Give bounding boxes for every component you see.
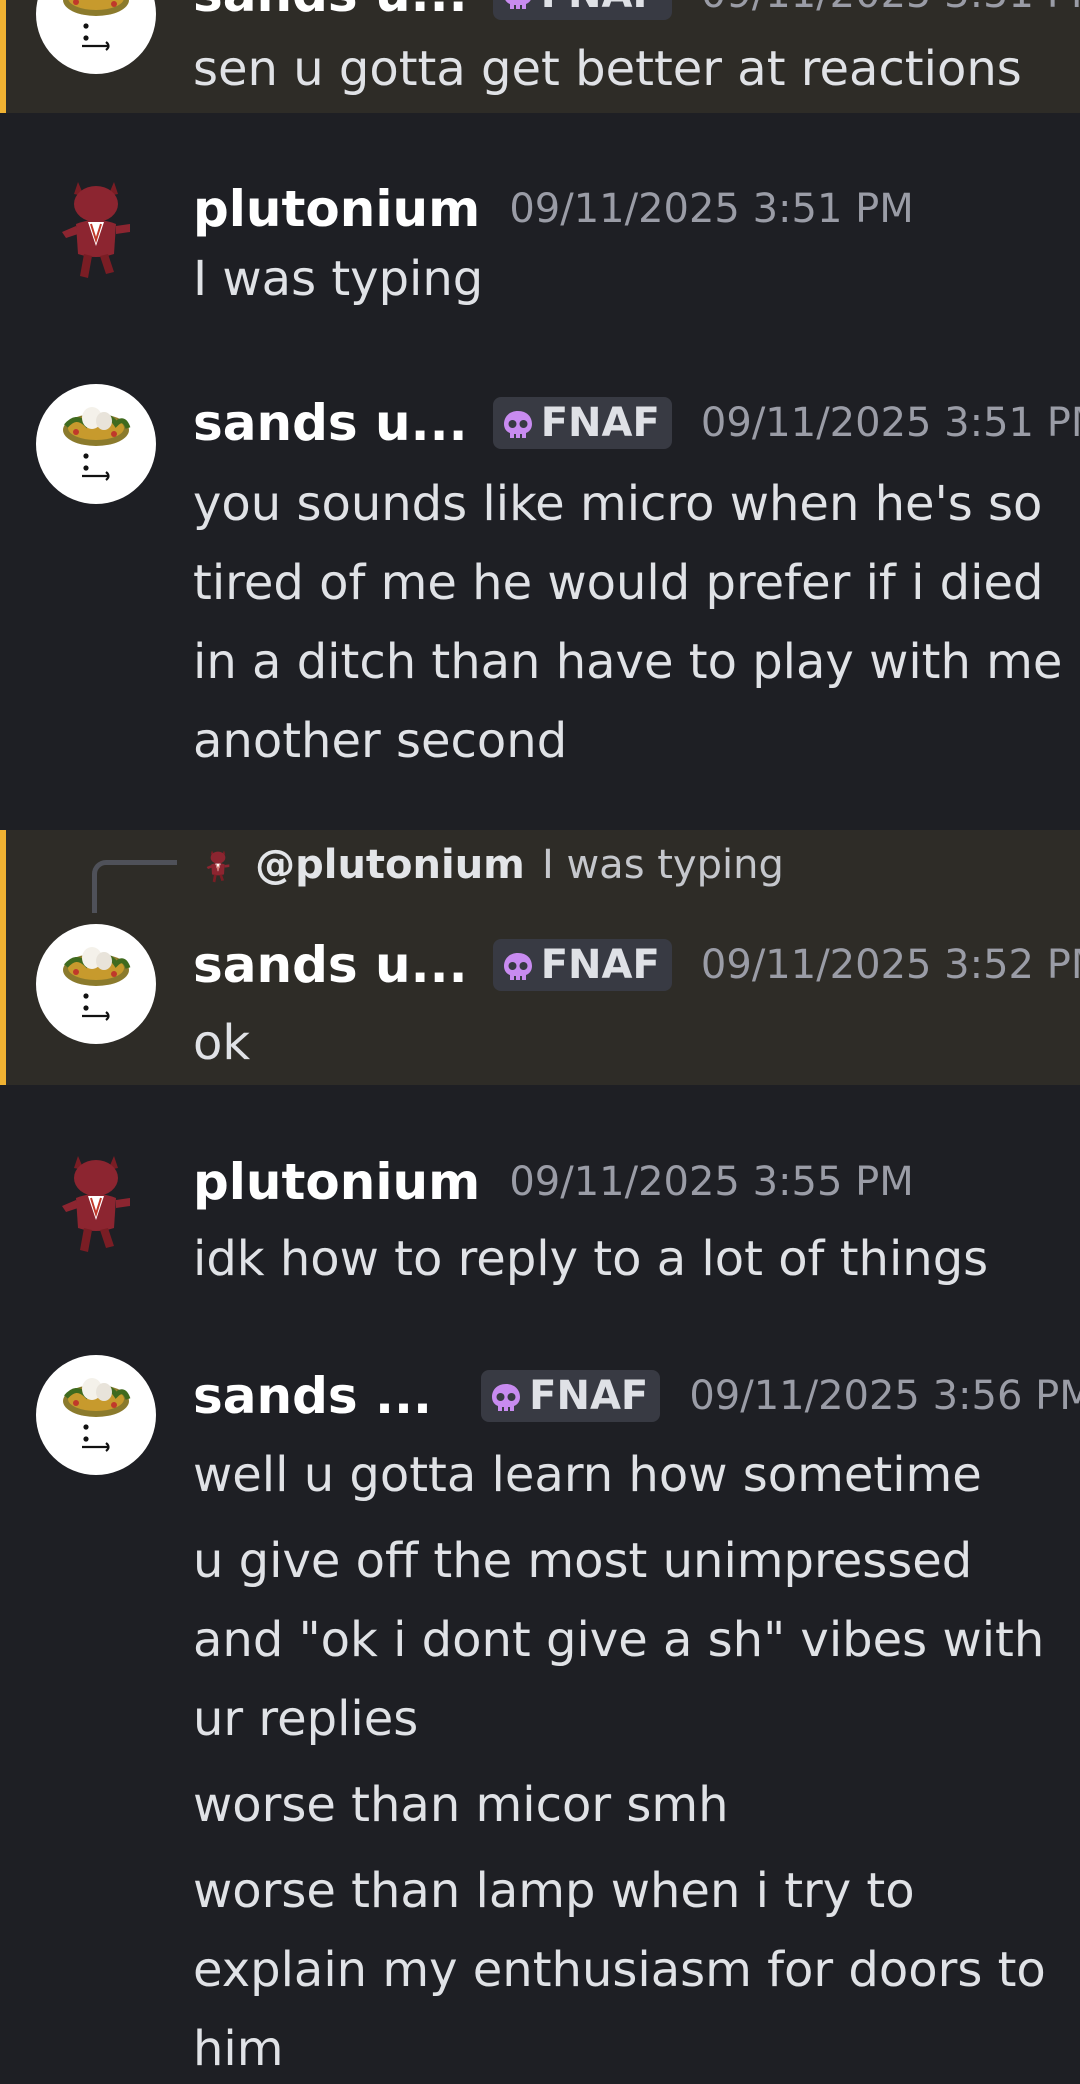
message-header: sands u... FNAF 09/11/2025 3:52 PM xyxy=(193,936,1080,996)
message-text: ok xyxy=(193,1015,251,1071)
red-devil-avatar-icon xyxy=(36,166,156,286)
role-tag[interactable]: FNAF xyxy=(492,939,672,991)
role-tag-label: FNAF xyxy=(541,0,660,17)
purple-skull-icon xyxy=(501,0,535,13)
chat-message[interactable]: sands u... FNAF 09/11/2025 3:51 PM you s… xyxy=(0,328,1080,830)
message-text: idk how to reply to a lot of things xyxy=(193,1231,989,1287)
purple-skull-icon xyxy=(501,408,535,442)
avatar[interactable] xyxy=(36,166,156,286)
role-tag-label: FNAF xyxy=(540,400,660,446)
avatar[interactable] xyxy=(36,384,156,504)
username[interactable]: sands u... xyxy=(193,394,468,452)
reply-reference[interactable]: @plutonium I was typing xyxy=(198,842,784,892)
message-header: plutonium 09/11/2025 3:55 PM xyxy=(193,1153,914,1213)
message-text: worse than micor smh xyxy=(193,1777,729,1833)
message-text: another second xyxy=(193,713,568,769)
message-text: in a ditch than have to play with me xyxy=(193,634,1063,690)
purple-skull-icon xyxy=(489,1381,523,1415)
message-text: explain my enthusiasm for doors to xyxy=(193,1942,1046,1998)
message-text: tired of me he would prefer if i died xyxy=(193,555,1044,611)
timestamp: 09/11/2025 3:52 PM xyxy=(700,942,1080,988)
chat-message[interactable]: sands ... FNAF 09/11/2025 3:56 PM well u… xyxy=(0,1295,1080,2084)
red-devil-avatar-icon xyxy=(198,842,238,888)
message-header: sands u... FNAF 09/11/2025 3:51 PM xyxy=(193,394,1080,454)
avatar[interactable] xyxy=(36,1140,156,1260)
bird-nest-egg-avatar-icon xyxy=(36,1355,156,1475)
username[interactable]: plutonium xyxy=(193,180,480,238)
reply-connector xyxy=(92,860,177,913)
message-text: u give off the most unimpressed xyxy=(193,1533,973,1589)
message-text: well u gotta learn how sometime xyxy=(193,1447,982,1503)
role-tag[interactable]: FNAF xyxy=(481,1370,661,1422)
role-tag[interactable]: FNAF xyxy=(492,0,672,20)
message-text: sen u gotta get better at reactions xyxy=(193,41,1022,97)
username[interactable]: plutonium xyxy=(193,1153,480,1211)
role-tag-label: FNAF xyxy=(540,942,660,988)
timestamp: 09/11/2025 3:51 PM xyxy=(509,186,914,232)
message-header: sands u... FNAF 09/11/2025 3:51 PM xyxy=(193,0,1080,25)
avatar[interactable] xyxy=(36,0,156,74)
role-tag[interactable]: FNAF xyxy=(492,397,672,449)
message-text: ur replies xyxy=(193,1691,419,1747)
avatar[interactable] xyxy=(36,1355,156,1475)
red-devil-avatar-icon xyxy=(36,1140,156,1260)
reply-preview-text: I was typing xyxy=(541,842,784,888)
chat-message[interactable]: @plutonium I was typing sands u... FNAF … xyxy=(0,830,1080,1085)
chat-message-list: sands u... FNAF 09/11/2025 3:51 PM sen u… xyxy=(0,0,1080,2084)
timestamp: 09/11/2025 3:51 PM xyxy=(701,0,1080,17)
username[interactable]: sands u... xyxy=(193,0,468,23)
username[interactable]: sands u... xyxy=(193,936,468,994)
message-header: sands ... FNAF 09/11/2025 3:56 PM xyxy=(193,1367,1080,1427)
reply-mention[interactable]: @plutonium xyxy=(255,842,525,888)
bird-nest-egg-avatar-icon xyxy=(36,924,156,1044)
username[interactable]: sands ... xyxy=(193,1367,432,1425)
bird-nest-egg-avatar-icon xyxy=(36,0,156,74)
message-text: him xyxy=(193,2021,284,2077)
purple-skull-icon xyxy=(501,950,535,984)
message-header: plutonium 09/11/2025 3:51 PM xyxy=(193,180,914,240)
chat-message[interactable]: plutonium 09/11/2025 3:51 PM I was typin… xyxy=(0,113,1080,328)
message-text: you sounds like micro when he's so xyxy=(193,476,1043,532)
message-text: and "ok i dont give a sh" vibes with xyxy=(193,1612,1045,1668)
chat-message[interactable]: sands u... FNAF 09/11/2025 3:51 PM sen u… xyxy=(0,0,1080,113)
bird-nest-egg-avatar-icon xyxy=(36,384,156,504)
avatar[interactable] xyxy=(36,924,156,1044)
timestamp: 09/11/2025 3:56 PM xyxy=(689,1373,1080,1419)
role-tag-label: FNAF xyxy=(529,1373,649,1419)
chat-message[interactable]: plutonium 09/11/2025 3:55 PM idk how to … xyxy=(0,1085,1080,1295)
message-text: worse than lamp when i try to xyxy=(193,1863,915,1919)
timestamp: 09/11/2025 3:55 PM xyxy=(509,1159,914,1205)
message-text: I was typing xyxy=(193,251,484,307)
timestamp: 09/11/2025 3:51 PM xyxy=(700,400,1080,446)
